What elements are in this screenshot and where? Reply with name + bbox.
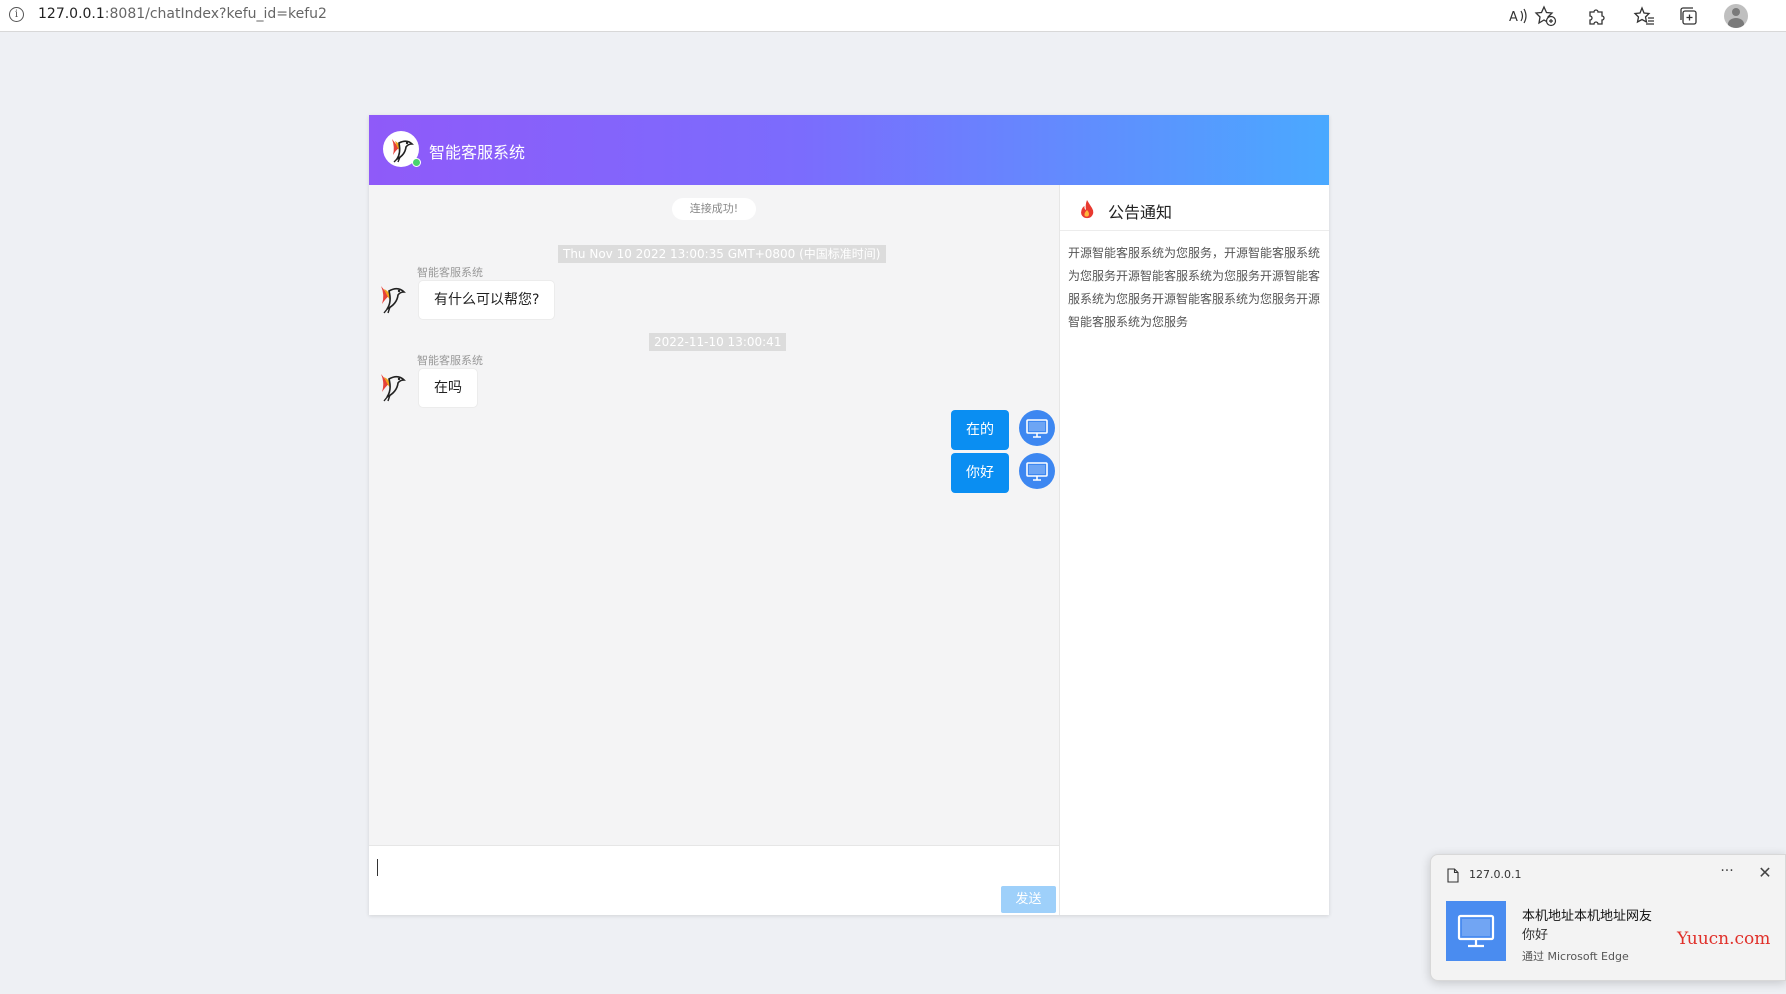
incoming-message-bubble: 有什么可以帮您? <box>418 280 556 320</box>
notification-monitor-icon <box>1446 901 1506 961</box>
notice-header: 公告通知 <box>1060 185 1329 231</box>
text-cursor <box>377 859 378 876</box>
message-input[interactable] <box>369 845 1059 915</box>
user-avatar-monitor-icon <box>1019 410 1055 446</box>
notification-source: 通过 Microsoft Edge <box>1522 950 1629 963</box>
favorite-add-icon[interactable] <box>1533 4 1557 28</box>
system-notice: 连接成功! <box>672 198 756 220</box>
notice-panel: 公告通知 开源智能客服系统为您服务，开源智能客服系统为您服务开源智能客服系统为您… <box>1059 185 1329 915</box>
notification-body: 你好 <box>1522 928 1549 943</box>
more-options-icon[interactable]: ··· <box>1717 863 1737 879</box>
url-host: 127.0.0.1 <box>38 6 105 22</box>
notice-title: 公告通知 <box>1108 203 1173 222</box>
info-icon[interactable]: i <box>9 7 24 22</box>
chat-window: 智能客服系统 连接成功! Thu Nov 10 2022 13:00:35 GM… <box>369 115 1329 915</box>
outgoing-message-bubble: 你好 <box>951 453 1009 493</box>
chat-header: 智能客服系统 <box>369 115 1329 185</box>
message-timestamp: Thu Nov 10 2022 13:00:35 GMT+0800 (中国标准时… <box>558 245 886 263</box>
notification-title: 本机地址本机地址网友 <box>1522 909 1653 924</box>
notice-body: 开源智能客服系统为您服务，开源智能客服系统为您服务开源智能客服系统为您服务开源智… <box>1068 246 1321 329</box>
online-status-dot <box>412 158 421 167</box>
incoming-message-bubble: 在吗 <box>418 368 478 408</box>
collections-icon[interactable] <box>1677 4 1701 28</box>
close-icon[interactable]: ✕ <box>1756 863 1774 882</box>
fire-icon <box>1079 199 1095 219</box>
message-timestamp: 2022-11-10 13:00:41 <box>649 333 787 351</box>
url-path: :8081/chatIndex?kefu_id=kefu2 <box>104 6 327 22</box>
bot-avatar-icon <box>374 368 410 404</box>
url-field[interactable]: 127.0.0.1:8081/chatIndex?kefu_id=kefu2 <box>38 6 327 22</box>
watermark: Yuucn.com <box>1677 929 1771 949</box>
message-sender: 智能客服系统 <box>417 266 483 279</box>
file-icon <box>1447 868 1459 883</box>
svg-text:A: A <box>1509 10 1518 25</box>
message-sender: 智能客服系统 <box>417 354 483 367</box>
read-aloud-icon[interactable]: A <box>1506 4 1530 28</box>
profile-icon[interactable] <box>1724 4 1748 28</box>
favorites-icon[interactable] <box>1633 4 1657 28</box>
outgoing-message-bubble: 在的 <box>951 410 1009 450</box>
extensions-icon[interactable] <box>1584 4 1608 28</box>
notification-origin: 127.0.0.1 <box>1469 868 1522 881</box>
browser-address-bar: i 127.0.0.1:8081/chatIndex?kefu_id=kefu2… <box>0 0 1786 32</box>
browser-notification-toast[interactable]: 127.0.0.1 ··· ✕ 本机地址本机地址网友 你好 通过 Microso… <box>1430 854 1786 981</box>
bot-avatar-icon <box>374 280 410 316</box>
send-button[interactable]: 发送 <box>1001 886 1056 913</box>
message-list[interactable]: 连接成功! Thu Nov 10 2022 13:00:35 GMT+0800 … <box>369 185 1059 845</box>
user-avatar-monitor-icon <box>1019 453 1055 489</box>
header-title: 智能客服系统 <box>429 143 526 162</box>
